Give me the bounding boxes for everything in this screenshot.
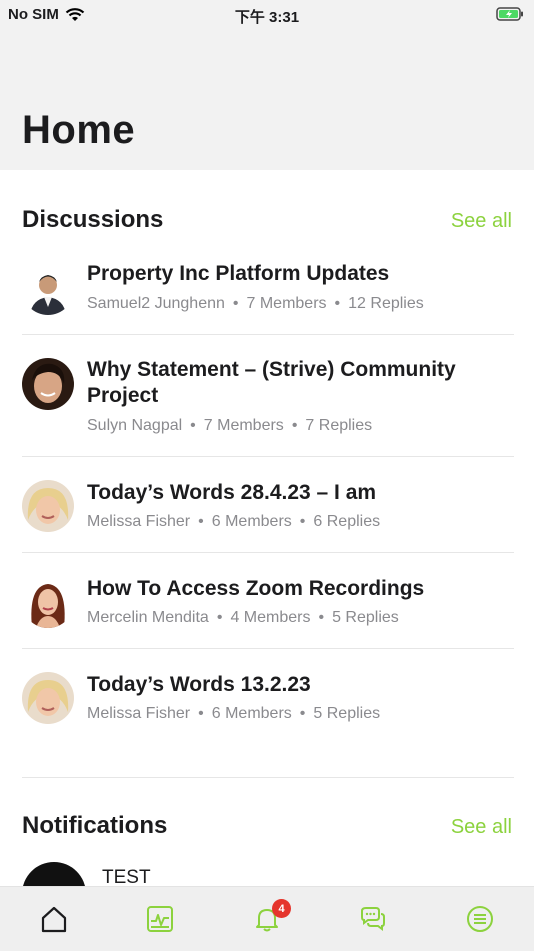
menu-icon xyxy=(467,906,493,932)
chat-bubbles-icon xyxy=(361,907,385,931)
notifications-see-all-link[interactable]: See all xyxy=(451,816,512,839)
activity-icon xyxy=(147,906,173,932)
discussion-author: Mercelin Mendita xyxy=(87,609,209,626)
avatar xyxy=(22,480,74,532)
discussion-meta: Samuel2 Junghenn • 7 Members • 12 Replies xyxy=(87,295,424,312)
discussion-meta: Melissa Fisher • 6 Members • 6 Replies xyxy=(87,513,381,530)
tab-activity[interactable] xyxy=(142,901,178,937)
discussion-replies: 6 Replies xyxy=(313,513,381,530)
tab-bar xyxy=(0,886,534,951)
status-bar: No SIM 下午 3:31 xyxy=(0,0,534,30)
tab-menu[interactable] xyxy=(462,901,498,937)
page-header: Home xyxy=(0,30,534,170)
home-icon xyxy=(41,906,67,933)
discussion-members: 6 Members xyxy=(211,513,292,530)
discussion-members: 7 Members xyxy=(246,295,327,312)
section-divider xyxy=(22,777,514,778)
discussion-item[interactable]: How To Access Zoom Recordings Mercelin M… xyxy=(22,552,514,649)
avatar xyxy=(22,263,74,315)
discussion-members: 4 Members xyxy=(230,609,311,626)
discussion-members: 7 Members xyxy=(203,417,284,434)
notifications-heading: Notifications xyxy=(22,812,168,839)
clock: 下午 3:31 xyxy=(234,9,300,26)
discussion-item[interactable]: Today’s Words 28.4.23 – I am Melissa Fis… xyxy=(22,456,514,553)
discussion-title: How To Access Zoom Recordings xyxy=(87,577,425,600)
tab-messages[interactable] xyxy=(355,901,391,937)
discussion-item[interactable]: Why Statement – (Strive) Community Proje… xyxy=(22,334,514,457)
avatar xyxy=(22,576,74,628)
discussion-meta: Melissa Fisher • 6 Members • 5 Replies xyxy=(87,705,381,722)
discussion-replies: 12 Replies xyxy=(348,295,424,312)
discussion-item[interactable]: Today’s Words 13.2.23 Melissa Fisher • 6 M… xyxy=(22,648,514,744)
discussion-title: Today’s Words 28.4.23 – I am xyxy=(87,481,377,504)
avatar xyxy=(22,672,74,724)
discussions-see-all-link[interactable]: See all xyxy=(451,210,512,233)
discussion-members: 6 Members xyxy=(211,705,292,722)
discussion-title: Property Inc Platform Updates xyxy=(87,262,390,285)
discussion-replies: 7 Replies xyxy=(305,417,373,434)
discussions-heading: Discussions xyxy=(22,206,164,233)
discussion-author: Sulyn Nagpal xyxy=(87,417,183,434)
discussion-meta: Mercelin Mendita • 4 Members • 5 Replies xyxy=(87,609,399,626)
discussion-meta: Sulyn Nagpal • 7 Members • 7 Replies xyxy=(87,417,373,434)
discussion-title: Why Statement – (Strive) Community Proje… xyxy=(87,358,456,407)
discussion-item[interactable]: Property Inc Platform Updates Samuel2 Ju… xyxy=(22,246,514,335)
discussion-author: Melissa Fisher xyxy=(87,705,191,722)
avatar xyxy=(22,358,74,410)
page-title: Home xyxy=(22,108,136,152)
discussion-title: Today’s Words 13.2.23 xyxy=(87,673,311,696)
discussion-replies: 5 Replies xyxy=(313,705,381,722)
notifications-badge: 4 xyxy=(272,899,291,918)
battery-charging-icon xyxy=(496,7,523,21)
tab-home[interactable] xyxy=(36,901,72,937)
discussion-author: Melissa Fisher xyxy=(87,513,191,530)
discussion-replies: 5 Replies xyxy=(332,609,399,626)
discussion-author: Samuel2 Junghenn xyxy=(87,295,225,312)
